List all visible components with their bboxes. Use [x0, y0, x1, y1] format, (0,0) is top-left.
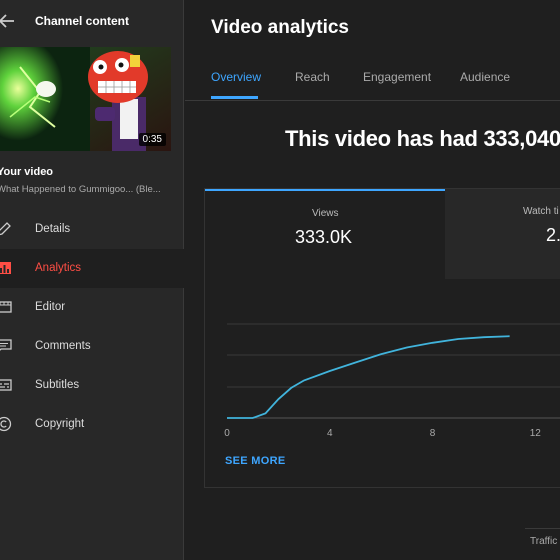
- tab-reach[interactable]: Reach: [295, 70, 330, 84]
- chart-series-line: [227, 335, 510, 419]
- sidebar-item-label: Copyright: [35, 418, 85, 430]
- sidebar-item-details[interactable]: Details: [0, 210, 184, 249]
- x-tick-label: 4: [327, 428, 333, 439]
- back-arrow-icon[interactable]: [0, 12, 16, 30]
- tab-engagement[interactable]: Engagement: [363, 70, 431, 84]
- traffic-label: Traffic: [530, 536, 558, 547]
- subtitles-icon: [0, 379, 12, 391]
- analytics-icon: [0, 262, 11, 274]
- metric-label: Views: [312, 208, 339, 219]
- sidebar-header: Channel content: [0, 0, 184, 44]
- video-title: What Happened to Gummigoo... (Ble...: [0, 184, 161, 195]
- sidebar-item-label: Subtitles: [35, 379, 80, 391]
- x-tick-label: 12: [530, 428, 542, 439]
- sidebar-title: Channel content: [35, 14, 130, 28]
- views-line-chart: 0 4 8 12: [224, 323, 560, 439]
- tab-overview[interactable]: Overview: [211, 70, 261, 84]
- your-video-label: Your video: [0, 166, 54, 178]
- video-duration: 0:35: [138, 133, 166, 146]
- metric-label: Watch ti: [523, 206, 559, 217]
- views-headline: This video has had 333,040: [285, 126, 560, 151]
- sidebar-item-comments[interactable]: Comments: [0, 327, 184, 366]
- film-icon: [0, 301, 12, 313]
- metric-value: 2.: [546, 225, 560, 245]
- sidebar-item-copyright[interactable]: Copyright: [0, 405, 184, 444]
- metric-watch-time[interactable]: Watch ti 2.: [445, 189, 560, 279]
- sidebar-item-analytics[interactable]: Analytics: [0, 249, 184, 288]
- sidebar-item-label: Analytics: [35, 262, 82, 274]
- sidebar-item-editor[interactable]: Editor: [0, 288, 184, 327]
- comment-icon: [0, 339, 12, 351]
- sidebar-nav: Details Analytics Editor Comments Subtit…: [0, 210, 184, 444]
- video-thumbnail[interactable]: 0:35: [0, 47, 171, 151]
- overview-card: Views 333.0K Watch ti 2. 0 4 8 12 SEE MORE: [204, 188, 560, 488]
- sidebar: Channel content 0:35 Your video What Hap…: [0, 0, 184, 560]
- x-tick-label: 8: [430, 428, 436, 439]
- tabs-divider: [185, 100, 560, 101]
- metric-value: 333.0K: [295, 227, 353, 247]
- tab-audience[interactable]: Audience: [460, 70, 510, 84]
- main-content: Video analytics Overview Reach Engagemen…: [185, 0, 560, 560]
- sidebar-item-label: Details: [35, 223, 71, 235]
- pencil-icon: [0, 222, 11, 236]
- sidebar-item-label: Comments: [35, 340, 91, 352]
- active-tab-indicator: [211, 96, 258, 99]
- see-more-link[interactable]: SEE MORE: [225, 455, 285, 467]
- copyright-icon: [0, 416, 12, 432]
- traffic-divider: [525, 528, 560, 529]
- page-title: Video analytics: [211, 17, 349, 38]
- sidebar-item-subtitles[interactable]: Subtitles: [0, 366, 184, 405]
- metric-views[interactable]: Views 333.0K: [205, 189, 445, 281]
- sidebar-item-label: Editor: [35, 301, 66, 313]
- x-tick-label: 0: [224, 428, 230, 439]
